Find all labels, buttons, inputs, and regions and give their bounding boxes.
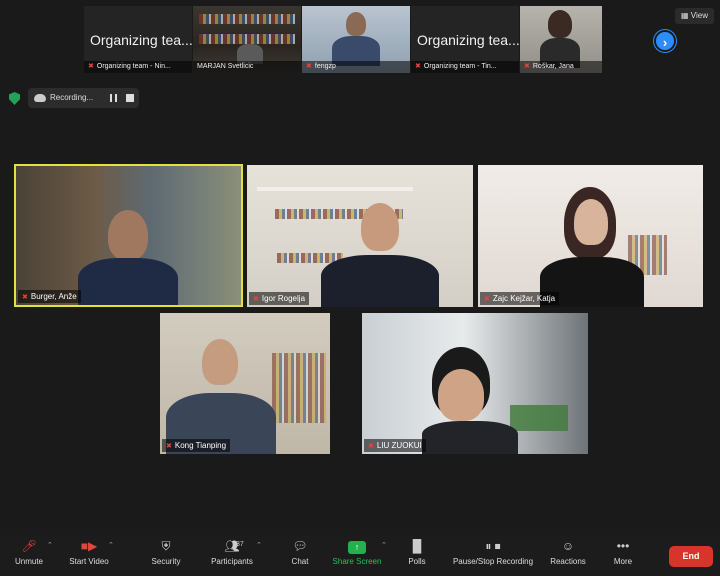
thumbnail-caption: ✖ Organizing team - Nin... (84, 61, 192, 73)
mic-muted-icon: ✖ (22, 294, 28, 301)
bookshelf-image (272, 353, 326, 423)
grid-icon: ▦ (681, 11, 689, 20)
mic-muted-icon: ✖ (368, 443, 374, 450)
security-button[interactable]: ⛨ Security (146, 539, 186, 566)
stop-recording-icon[interactable] (126, 94, 134, 102)
participant-head (108, 210, 148, 260)
bookshelf-image (199, 34, 295, 44)
video-tile-burger-anze[interactable]: ✖ Burger, Anže (14, 164, 243, 307)
participant-name-label: ✖ Kong Tianping (162, 439, 231, 452)
people-icon: 👥︎ (224, 539, 240, 553)
video-off-icon: ■▶ (80, 539, 98, 553)
thumbnail-organizing-team-nin[interactable]: Organizing tea... ✖ Organizing team - Nin… (84, 6, 192, 73)
participant-name-label: ✖ LIU ZUOKUI (364, 439, 426, 452)
pause-stop-recording-button[interactable]: ⏸︎ ⏹︎ Pause/Stop Recording (448, 539, 538, 566)
mic-muted-icon: ✖ (253, 296, 259, 303)
shelf-image (257, 187, 413, 191)
pause-recording-icon[interactable] (110, 94, 117, 102)
mic-muted-icon: ✖ (306, 63, 312, 70)
more-button[interactable]: ••• More (608, 539, 638, 566)
thumbnail-marjan-svetlicic[interactable]: MARJAN Svetlicic (193, 6, 301, 73)
thumbnail-display-name: Organizing tea... (90, 32, 192, 48)
more-dots-icon: ••• (616, 539, 630, 553)
participant-head (438, 369, 484, 421)
participant-head (548, 10, 572, 38)
thumbnail-caption: ✖ fengzp (302, 61, 410, 73)
pause-stop-icon: ⏸︎ ⏹︎ (485, 539, 501, 553)
participants-button[interactable]: 👥︎ 37 Participants (206, 539, 258, 566)
unmute-button[interactable]: 🎤︎ Unmute (8, 539, 50, 566)
recording-label: Recording... (50, 93, 94, 102)
next-page-button[interactable]: › (654, 30, 676, 52)
cloud-icon (34, 94, 46, 102)
share-options-chevron-icon[interactable]: ⌃ (381, 541, 387, 549)
video-tile-igor-rogelja[interactable]: ✖ Igor Rogelja (247, 165, 473, 307)
bookshelf-image (199, 14, 295, 24)
thumbnail-caption: ✖ Organizing team - Tin... (411, 61, 519, 73)
thumbnail-caption: MARJAN Svetlicic (193, 61, 301, 73)
plant-image (510, 405, 568, 431)
participant-name-label: ✖ Zajc Kejžar, Katja (480, 292, 560, 305)
chat-button[interactable]: 💬︎ Chat (286, 539, 314, 566)
share-screen-button[interactable]: ↑ Share Screen (330, 539, 384, 566)
thumbnail-display-name: Organizing tea... (417, 32, 519, 48)
thumbnail-fengzp[interactable]: ✖ fengzp (302, 6, 410, 73)
participant-body (321, 255, 439, 307)
thumbnail-organizing-team-tin[interactable]: Organizing tea... ✖ Organizing team - Tin… (411, 6, 519, 73)
mic-muted-icon: ✖ (415, 63, 421, 70)
participant-head (202, 339, 238, 385)
chat-bubble-icon: 💬︎ (292, 539, 308, 553)
participant-body (78, 258, 178, 305)
share-screen-icon: ↑ (330, 539, 384, 554)
microphone-muted-icon: 🎤︎ (21, 539, 37, 553)
participant-strip: Organizing tea... ✖ Organizing team - Nin… (84, 6, 602, 73)
thumbnail-roskar-jana[interactable]: ✖ Roškar, Jana (520, 6, 602, 73)
mic-muted-icon: ✖ (484, 296, 490, 303)
meeting-toolbar: 🎤︎ Unmute ⌃ ■▶ Start Video ⌃ ⛨ Security … (0, 535, 720, 576)
shield-icon: ⛨ (161, 539, 171, 553)
view-button[interactable]: ▦ View (675, 8, 714, 24)
end-meeting-button[interactable]: End (669, 546, 713, 567)
start-video-button[interactable]: ■▶ Start Video (64, 539, 114, 566)
participants-options-chevron-icon[interactable]: ⌃ (256, 541, 262, 549)
video-tile-zajc-kejzar-katja[interactable]: ✖ Zajc Kejžar, Katja (478, 165, 703, 307)
participant-name-label: ✖ Burger, Anže (18, 290, 81, 303)
participants-count: 37 (236, 541, 244, 548)
polls-button[interactable]: ▐▌ Polls (402, 539, 432, 566)
participant-head (361, 203, 399, 251)
video-tile-liu-zuokui[interactable]: ✖ LIU ZUOKUI (362, 313, 588, 454)
participant-head (574, 199, 608, 245)
participant-head (346, 12, 366, 36)
participant-name-label: ✖ Igor Rogelja (249, 292, 310, 305)
participant-body (422, 421, 518, 454)
bar-chart-icon: ▐▌ (408, 539, 426, 553)
mic-muted-icon: ✖ (88, 63, 94, 70)
thumbnail-caption: ✖ Roškar, Jana (520, 61, 602, 73)
recording-indicator: Recording... (28, 88, 139, 108)
video-options-chevron-icon[interactable]: ⌃ (108, 541, 114, 549)
mic-muted-icon: ✖ (524, 63, 530, 70)
audio-options-chevron-icon[interactable]: ⌃ (47, 541, 53, 549)
reactions-button[interactable]: ☺︎ Reactions (546, 539, 590, 566)
mic-muted-icon: ✖ (166, 443, 172, 450)
video-tile-kong-tianping[interactable]: ✖ Kong Tianping (160, 313, 330, 454)
emoji-plus-icon: ☺︎ (561, 539, 575, 553)
encryption-shield-icon[interactable] (9, 92, 20, 105)
chevron-right-icon: › (662, 35, 668, 50)
